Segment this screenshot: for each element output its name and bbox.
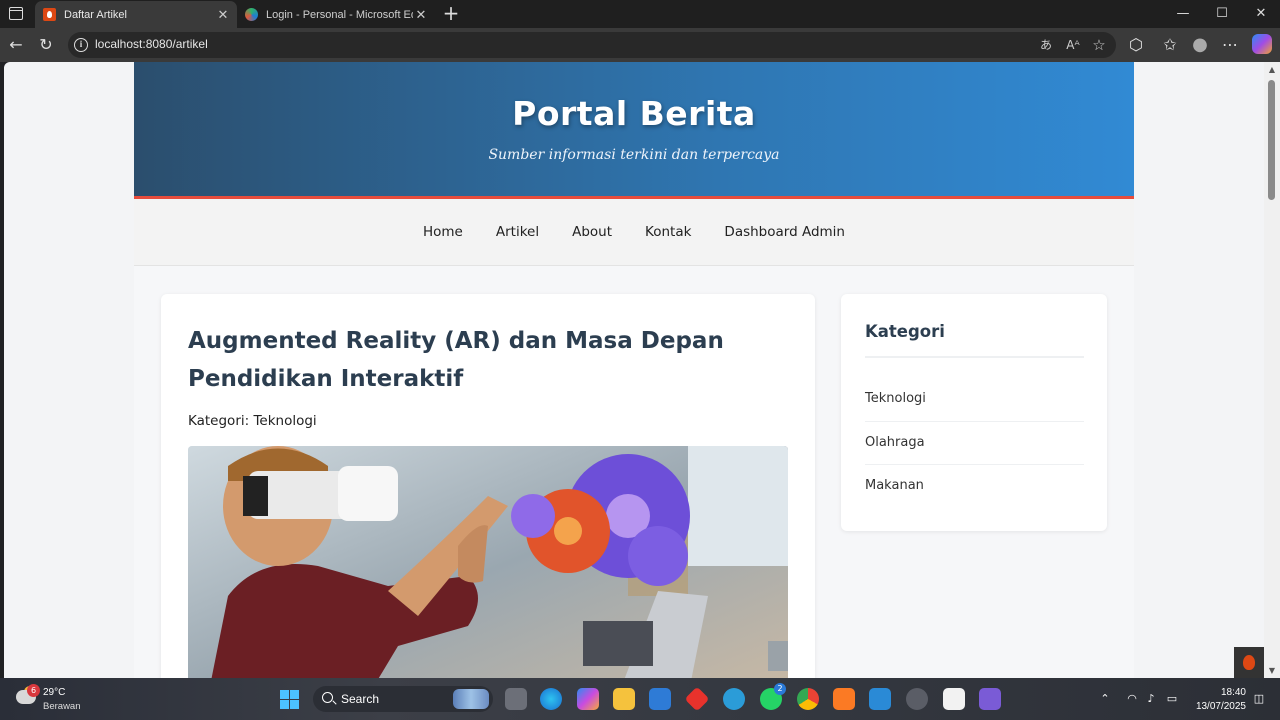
search-label: Search [341, 692, 380, 706]
file-explorer-icon[interactable] [613, 688, 635, 710]
reload-button[interactable]: ↻ [36, 35, 56, 55]
search-highlight-icon [453, 689, 489, 709]
search-icon [322, 692, 333, 703]
close-tab-icon[interactable]: ✕ [215, 7, 231, 23]
clock-time[interactable]: 18:40 [1200, 687, 1246, 698]
site-title: Portal Berita [512, 94, 756, 133]
weather-widget[interactable]: 6 29°C Berawan [14, 684, 104, 714]
chrome-icon[interactable] [797, 688, 819, 710]
extensions-icon[interactable]: ⬡ [1126, 35, 1146, 55]
tab-title: Login - Personal - Microsoft Edge [266, 8, 413, 21]
taskbar-search[interactable]: Search [313, 686, 493, 712]
category-item-olahraga[interactable]: Olahraga [865, 422, 1084, 465]
edge-icon[interactable] [540, 688, 562, 710]
tab-daftar-artikel[interactable]: Daftar Artikel ✕ [35, 1, 237, 28]
anydesk-icon[interactable] [684, 686, 710, 712]
copilot-icon[interactable] [1252, 34, 1272, 54]
profile-avatar-icon[interactable]: ● [1190, 35, 1210, 55]
wifi-icon[interactable]: ◠ [1124, 691, 1140, 707]
scroll-down-icon[interactable]: ▼ [1267, 666, 1277, 675]
copilot-app-icon[interactable] [577, 688, 599, 710]
article-card: Augmented Reality (AR) dan Masa Depan Pe… [161, 294, 815, 678]
app-icon[interactable] [979, 688, 1001, 710]
main-nav: Home Artikel About Kontak Dashboard Admi… [134, 199, 1134, 266]
volume-icon[interactable]: ♪ [1143, 691, 1159, 707]
sidebar-divider [865, 356, 1084, 358]
browser-app-icon[interactable] [723, 688, 745, 710]
codeigniter-flame-icon [1243, 655, 1255, 670]
store-icon[interactable] [649, 688, 671, 710]
tab-strip: Daftar Artikel ✕ Login - Personal - Micr… [0, 0, 1280, 28]
weather-temp: 29°C [43, 687, 66, 698]
tab-actions-icon[interactable] [9, 7, 23, 20]
task-view-icon[interactable] [505, 688, 527, 710]
article-image[interactable] [188, 446, 788, 678]
translate-icon[interactable]: あ [1037, 36, 1055, 54]
vscode-icon[interactable] [869, 688, 891, 710]
sidebar-title: Kategori [865, 322, 945, 341]
edge-favicon-icon [245, 8, 258, 21]
favorites-icon[interactable]: ✩ [1160, 35, 1180, 55]
whatsapp-icon[interactable]: 2 [760, 683, 786, 710]
nav-link-kontak[interactable]: Kontak [629, 224, 708, 240]
page-viewport: Portal Berita Sumber informasi terkini d… [4, 62, 1264, 678]
close-window-button[interactable]: ✕ [1250, 4, 1272, 24]
notification-icon[interactable]: ◫ [1251, 691, 1267, 707]
nav-link-home[interactable]: Home [407, 224, 480, 240]
battery-icon[interactable]: ▭ [1164, 691, 1180, 707]
clock-date[interactable]: 13/07/2025 [1180, 701, 1246, 712]
category-item-makanan[interactable]: Makanan [865, 465, 1084, 509]
nav-link-about[interactable]: About [556, 224, 629, 240]
windows-taskbar: 6 29°C Berawan Search 2 ⌃ ◠ ♪ ▭ 18:40 13… [0, 678, 1280, 720]
article-title[interactable]: Augmented Reality (AR) dan Masa Depan Pe… [188, 322, 798, 398]
minimize-button[interactable]: — [1172, 4, 1194, 24]
codeigniter-favicon-icon [43, 8, 56, 21]
tab-title: Daftar Artikel [64, 8, 127, 21]
more-menu-icon[interactable]: ⋯ [1220, 35, 1240, 55]
debug-toolbar-toggle[interactable] [1234, 647, 1264, 678]
address-bar[interactable]: i localhost:8080/artikel あ Aᴬ ☆ [68, 32, 1116, 58]
article-category: Kategori: Teknologi [188, 413, 317, 429]
site-header: Portal Berita Sumber informasi terkini d… [134, 62, 1134, 199]
media-player-icon[interactable] [906, 688, 928, 710]
tray-overflow-icon[interactable]: ⌃ [1097, 691, 1113, 707]
site-container: Portal Berita Sumber informasi terkini d… [134, 62, 1134, 678]
weather-desc: Berawan [43, 701, 81, 712]
tab-login-personal[interactable]: Login - Personal - Microsoft Edge ✕ [237, 1, 435, 28]
favorite-star-icon[interactable]: ☆ [1090, 36, 1108, 54]
capcut-icon[interactable] [943, 688, 965, 710]
site-info-icon[interactable]: i [74, 38, 88, 52]
close-tab-icon[interactable]: ✕ [413, 7, 429, 23]
scroll-up-icon[interactable]: ▲ [1267, 65, 1277, 74]
weather-badge: 6 [27, 684, 40, 697]
read-aloud-icon[interactable]: Aᴬ [1064, 36, 1082, 54]
category-list: Teknologi Olahraga Makanan [865, 378, 1084, 509]
category-item-teknologi[interactable]: Teknologi [865, 378, 1084, 422]
page-scrollbar[interactable]: ▲ ▼ [1264, 62, 1280, 678]
xampp-icon[interactable] [833, 688, 855, 710]
start-button[interactable] [280, 690, 299, 709]
site-tagline: Sumber informasi terkini dan terpercaya [488, 147, 780, 163]
browser-toolbar: ← ↻ i localhost:8080/artikel あ Aᴬ ☆ ⬡ ✩ … [0, 28, 1280, 62]
maximize-button[interactable]: ☐ [1211, 4, 1233, 24]
back-button[interactable]: ← [6, 35, 26, 55]
scrollbar-thumb[interactable] [1268, 80, 1275, 200]
address-text[interactable]: localhost:8080/artikel [95, 37, 208, 51]
nav-link-dashboard-admin[interactable]: Dashboard Admin [708, 224, 862, 240]
whatsapp-badge: 2 [774, 683, 786, 695]
category-sidebar: Kategori Teknologi Olahraga Makanan [841, 294, 1107, 531]
nav-link-artikel[interactable]: Artikel [479, 224, 555, 240]
new-tab-button[interactable]: + [442, 3, 460, 23]
